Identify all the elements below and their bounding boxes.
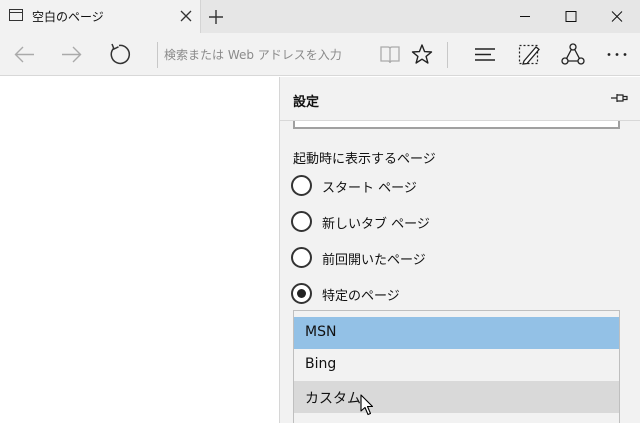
favorite-star-icon[interactable]: [402, 33, 442, 76]
maximize-icon[interactable]: [548, 0, 594, 33]
hub-icon[interactable]: [465, 33, 505, 76]
mouse-cursor-icon: [360, 394, 374, 416]
radio-label: スタート ページ: [322, 181, 417, 196]
navigation-bar: [0, 33, 640, 76]
radio-label: 前回開いたページ: [322, 253, 426, 268]
share-icon[interactable]: [553, 33, 593, 76]
radio-selected-dot: [297, 289, 306, 298]
radio-button-checked[interactable]: [291, 283, 312, 304]
radio-button[interactable]: [291, 211, 312, 232]
settings-panel: 設定 起動時に表示するページ スタート ページ 新しいタブ ページ 前回開いたペ…: [279, 77, 640, 423]
title-bar: 空白のページ: [0, 0, 640, 33]
refresh-icon[interactable]: [99, 33, 139, 76]
option-label: MSN: [305, 324, 337, 340]
web-page-content[interactable]: [0, 77, 279, 423]
plus-icon[interactable]: [207, 8, 225, 26]
option-label: カスタム: [305, 391, 361, 407]
radio-button[interactable]: [291, 175, 312, 196]
forward-icon[interactable]: [51, 33, 91, 76]
startup-label: 起動時に表示するページ: [293, 152, 436, 167]
active-tab[interactable]: 空白のページ: [0, 0, 201, 33]
radio-specific-page[interactable]: 特定のページ: [291, 281, 611, 307]
pin-icon[interactable]: [609, 91, 629, 105]
back-icon[interactable]: [5, 33, 45, 76]
web-note-icon[interactable]: [509, 33, 549, 76]
minimize-icon[interactable]: [502, 0, 548, 33]
settings-title: 設定: [293, 95, 320, 110]
radio-label: 新しいタブ ページ: [322, 217, 430, 232]
option-label: Bing: [305, 356, 337, 372]
close-icon[interactable]: [178, 8, 194, 24]
toolbar-separator: [447, 42, 448, 68]
tab-page-icon: [9, 9, 23, 21]
address-separator: [157, 42, 158, 68]
radio-start-page[interactable]: スタート ページ: [291, 173, 611, 199]
dropdown-option-msn[interactable]: MSN: [294, 317, 619, 349]
close-icon[interactable]: [594, 0, 640, 33]
theme-select-bottom[interactable]: [293, 121, 620, 129]
radio-new-tab-page[interactable]: 新しいタブ ページ: [291, 209, 611, 235]
more-icon[interactable]: [597, 33, 637, 76]
dropdown-option-custom[interactable]: カスタム: [294, 381, 619, 413]
radio-label: 特定のページ: [322, 289, 400, 304]
address-bar-input[interactable]: [164, 45, 369, 65]
specific-page-dropdown[interactable]: MSN Bing カスタム: [293, 310, 620, 423]
tab-title: 空白のページ: [32, 10, 104, 24]
settings-header: 設定: [280, 77, 640, 120]
radio-previous-pages[interactable]: 前回開いたページ: [291, 245, 611, 271]
radio-button[interactable]: [291, 247, 312, 268]
dropdown-option-bing[interactable]: Bing: [294, 349, 619, 381]
